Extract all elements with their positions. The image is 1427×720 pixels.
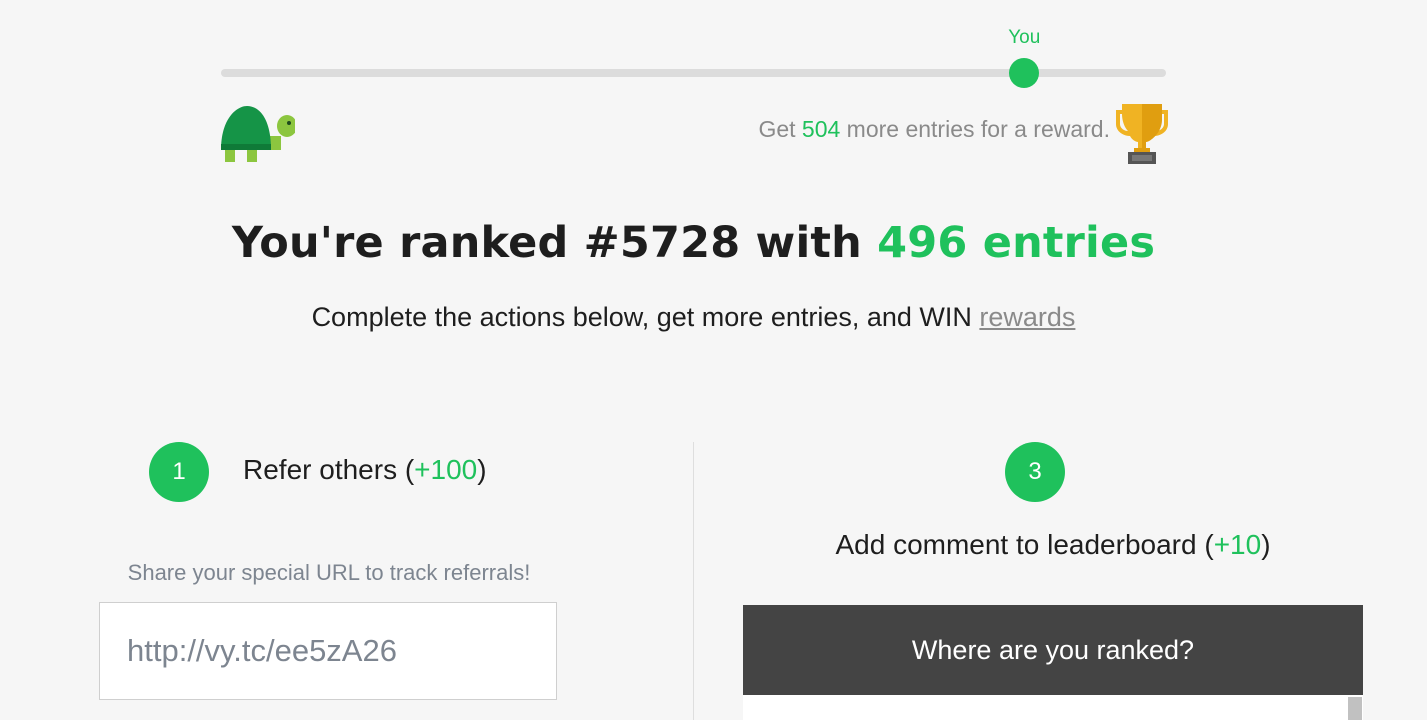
rank-text: You're ranked #5728 with [231,218,878,268]
rank-headline: You're ranked #5728 with 496 entries [0,218,1387,268]
step-3-title: Add comment to leaderboard (+10) [743,529,1363,561]
leaderboard-panel[interactable] [743,695,1363,720]
trophy-icon [1116,104,1168,164]
step-3-title-close: ) [1261,529,1271,560]
turtle-icon [221,106,295,162]
instructions-text: Complete the actions below, get more ent… [311,302,980,332]
page: You Get 504 more entries for a reward. Y… [0,0,1427,720]
leaderboard-header: Where are you ranked? [743,605,1363,695]
you-marker-label: You [1008,27,1041,48]
reward-prefix: Get [758,116,802,142]
column-divider [693,442,694,720]
step-1-title-text: Refer others ( [243,454,415,485]
step-1-points: +100 [414,454,478,485]
step-1-badge: 1 [149,442,209,502]
reward-hint: Get 504 more entries for a reward. [758,116,1110,143]
reward-count: 504 [801,116,841,142]
progress-knob [1009,58,1040,88]
step-1-title-close: ) [477,454,487,485]
referral-url-input[interactable] [125,632,531,670]
step-3-title-text: Add comment to leaderboard ( [835,529,1214,560]
leaderboard-scrollbar[interactable] [1348,697,1362,720]
step-3-badge: 3 [1005,442,1065,502]
step-1-title: Refer others (+100) [243,454,487,486]
reward-suffix: more entries for a reward. [840,116,1110,142]
referral-url-box[interactable] [99,602,557,700]
share-url-note: Share your special URL to track referral… [127,560,531,585]
step-3-points: +10 [1213,529,1262,560]
rewards-link[interactable]: rewards [979,302,1075,332]
instructions-line: Complete the actions below, get more ent… [0,302,1387,333]
entries-count: 496 entries [877,218,1156,268]
